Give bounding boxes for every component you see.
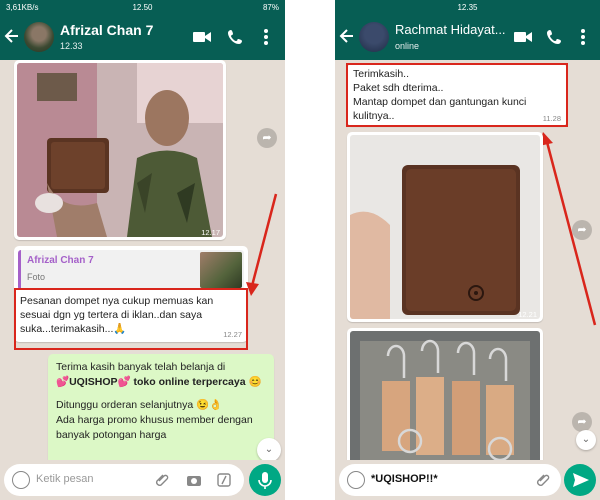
brand-line: 💕UQISHOP💕 toko online terpercaya 😊 (56, 375, 268, 390)
outgoing-message[interactable]: Terima kasih banyak telah belanja di 💕UQ… (48, 354, 274, 460)
sticker-icon[interactable] (216, 472, 232, 488)
avatar[interactable] (359, 22, 389, 52)
composer: *UQISHOP!!* (335, 460, 600, 500)
order-line: Ditunggu orderan selanjutnya 😉👌 (56, 398, 268, 413)
keychain-photo (350, 331, 540, 460)
overflow-menu-icon[interactable] (572, 27, 594, 47)
clock: 12.35 (457, 3, 478, 12)
microphone-icon (258, 472, 272, 489)
message-input[interactable]: *UQISHOP!!* (339, 464, 561, 496)
photo-timestamp: 12.21 (518, 310, 537, 319)
send-button[interactable] (564, 464, 596, 496)
customer-photo (17, 63, 223, 237)
scroll-down-icon[interactable]: ⌄ (257, 438, 281, 460)
heart-emoji-icon: 💕 (117, 376, 131, 388)
promo-line: Ada harga promo khusus member dengan ban… (56, 414, 253, 441)
image-message[interactable]: 12.21 (347, 132, 543, 322)
input-text: *UQISHOP!!* (371, 473, 438, 485)
annotation-highlight-box (14, 288, 248, 350)
phone-call-icon[interactable] (544, 27, 566, 47)
annotation-arrow (246, 193, 278, 296)
attach-icon[interactable] (535, 472, 551, 488)
mic-button[interactable] (249, 464, 281, 496)
message-list[interactable]: Terimkasih.. Paket sdh dterima.. Mantap … (335, 60, 600, 460)
overflow-menu-icon[interactable] (255, 27, 277, 47)
forward-icon[interactable]: ➦ (572, 412, 592, 432)
annotation-highlight-box (346, 63, 568, 127)
scroll-down-icon[interactable]: ⌄ (576, 430, 596, 450)
video-call-icon[interactable] (191, 27, 213, 47)
wink-emoji-icon: 😉👌 (196, 399, 223, 411)
order-text: Ditunggu orderan selanjutnya (56, 399, 194, 411)
back-arrow-icon[interactable] (339, 26, 357, 48)
thanks-line: Terima kasih banyak telah belanja di (56, 361, 226, 373)
clock: 12.50 (132, 3, 153, 12)
heart-emoji-icon: 💕 (56, 376, 70, 388)
message-list[interactable]: 12.17 ➦ Afrizal Chan 7 Foto Pesanan domp… (0, 60, 285, 460)
status-bar: 3,61KB/s 12.50 87% (0, 0, 285, 15)
camera-icon[interactable] (186, 472, 202, 488)
contact-name[interactable]: Rachmat Hidayat... (395, 22, 506, 37)
forward-icon[interactable]: ➦ (257, 128, 277, 148)
wallet-photo (350, 135, 540, 319)
quoted-type: Foto (27, 272, 46, 282)
smile-emoji-icon: 😊 (248, 376, 262, 388)
emoji-icon[interactable] (12, 471, 30, 489)
input-placeholder: Ketik pesan (36, 473, 94, 485)
image-message[interactable] (347, 328, 543, 460)
brand-name: UQISHOP (69, 376, 118, 388)
online-status: online (395, 41, 420, 51)
quoted-message[interactable]: Afrizal Chan 7 Foto (18, 250, 244, 290)
chat-header: Rachmat Hidayat... online (335, 15, 600, 60)
forward-icon[interactable]: ➦ (572, 220, 592, 240)
chat-header: Afrizal Chan 7 12.33 (0, 15, 285, 60)
brand-tagline: toko online terpercaya (133, 376, 246, 388)
status-bar: 12.35 (335, 0, 600, 15)
composer: Ketik pesan (0, 460, 285, 500)
back-arrow-icon[interactable] (4, 26, 22, 48)
right-phone-screenshot: 12.35 Rachmat Hidayat... online Terimkas… (335, 0, 600, 500)
battery-level: 87% (262, 3, 279, 12)
message-input[interactable]: Ketik pesan (4, 464, 244, 496)
avatar[interactable] (24, 22, 54, 52)
quoted-author: Afrizal Chan 7 (27, 255, 94, 266)
quoted-thumbnail (200, 252, 242, 288)
last-seen: 12.33 (60, 41, 83, 51)
left-phone-screenshot: 3,61KB/s 12.50 87% Afrizal Chan 7 12.33 (0, 0, 285, 500)
photo-timestamp: 12.17 (201, 228, 220, 237)
send-icon (573, 473, 589, 487)
phone-call-icon[interactable] (225, 27, 247, 47)
emoji-icon[interactable] (347, 471, 365, 489)
attach-icon[interactable] (154, 472, 170, 488)
video-call-icon[interactable] (512, 27, 534, 47)
contact-name[interactable]: Afrizal Chan 7 (60, 22, 153, 38)
image-message[interactable]: 12.17 (14, 60, 226, 240)
